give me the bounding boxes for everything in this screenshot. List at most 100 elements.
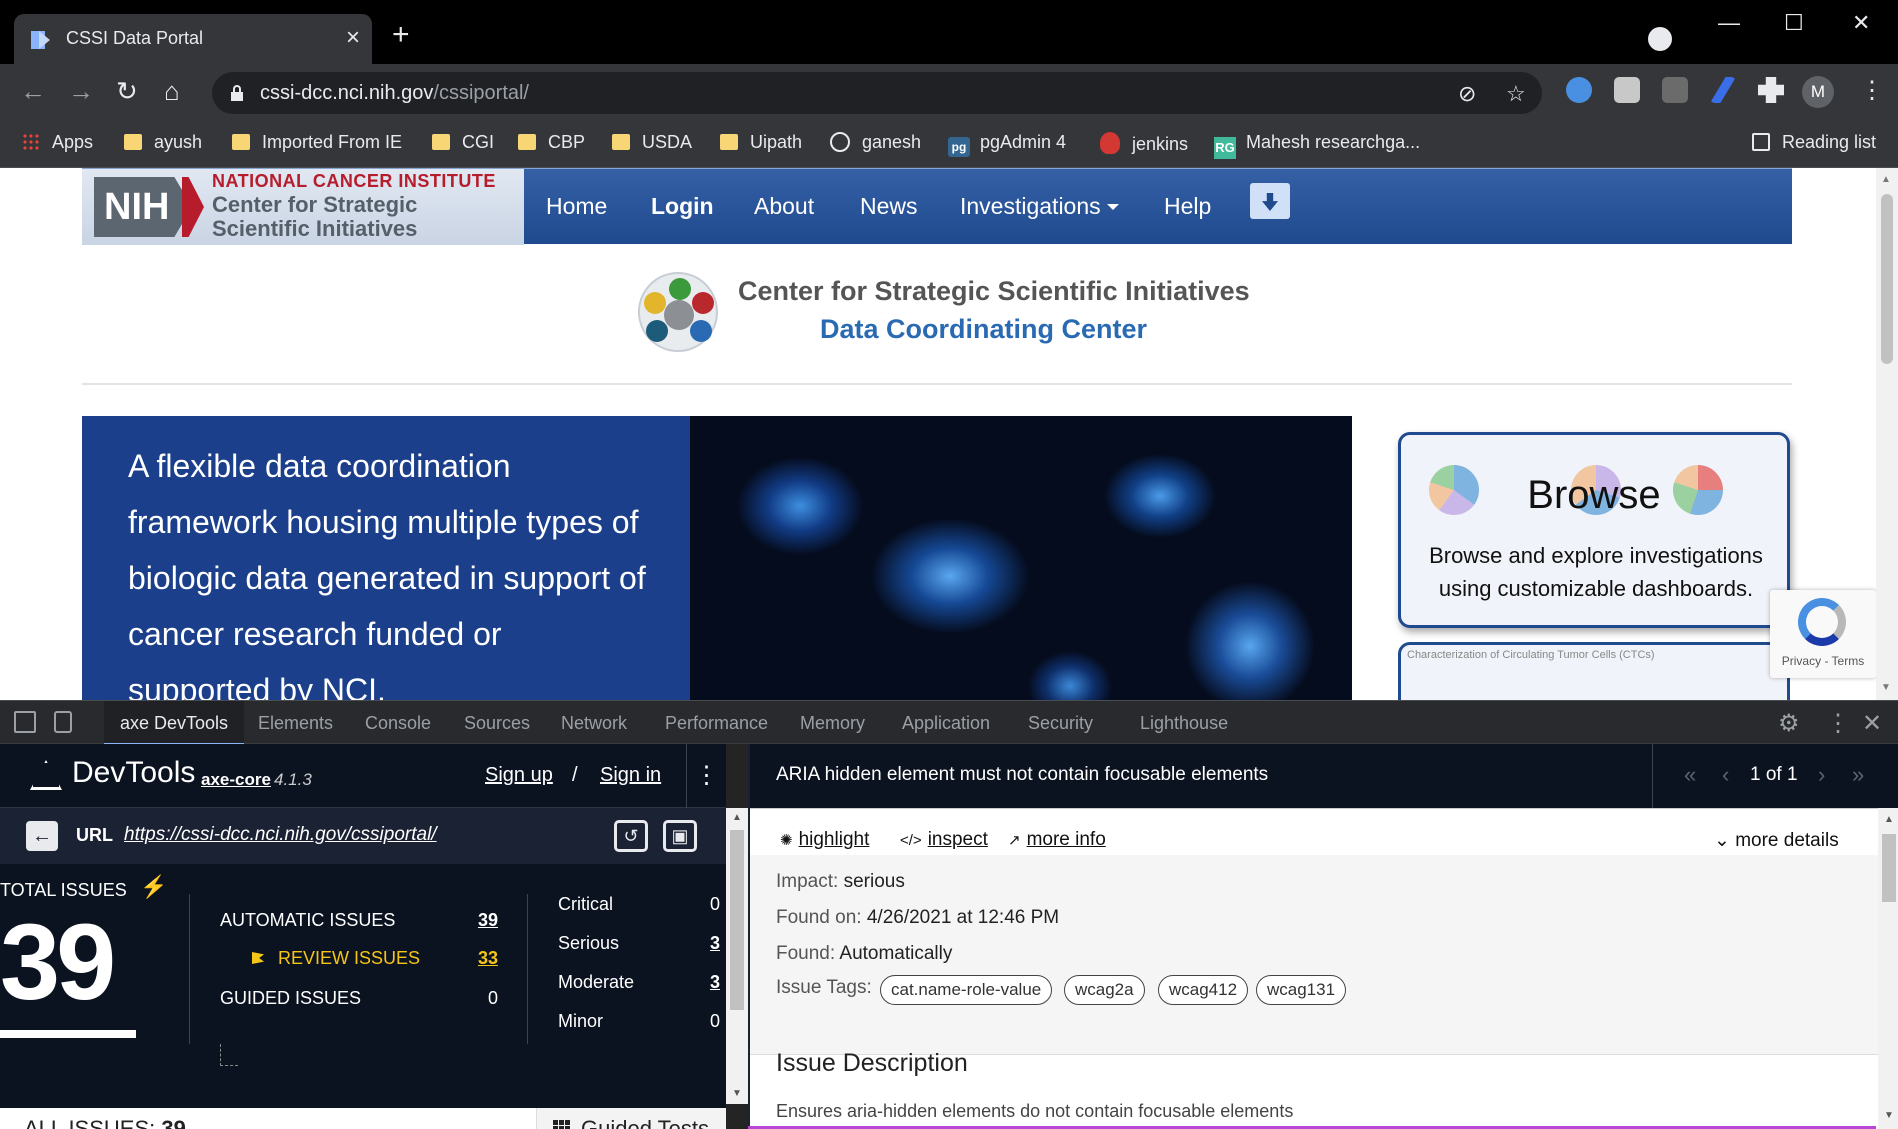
back-button[interactable]: ←: [20, 76, 46, 106]
bookmark-cgi[interactable]: CGI: [432, 132, 494, 153]
scroll-down-arrow-icon[interactable]: ▼: [732, 1088, 742, 1099]
device-toolbar-icon[interactable]: [54, 711, 72, 733]
bookmark-apps[interactable]: Apps: [22, 132, 93, 153]
tab-elements[interactable]: Elements: [258, 713, 333, 734]
minimize-button[interactable]: —: [1718, 10, 1740, 36]
more-info-link[interactable]: ↗ more info: [1008, 829, 1106, 851]
extension-icon[interactable]: [1566, 77, 1592, 103]
search-card[interactable]: Characterization of Circulating Tumor Ce…: [1398, 642, 1790, 700]
browser-menu-icon[interactable]: ⋮: [1860, 76, 1884, 105]
review-issues-count[interactable]: 33: [458, 948, 498, 969]
bookmark-ganesh[interactable]: ganesh: [830, 132, 921, 153]
selenium-extension-icon[interactable]: [1662, 77, 1688, 103]
maximize-button[interactable]: ☐: [1784, 10, 1804, 36]
eye-slash-icon[interactable]: ⊘: [1458, 81, 1476, 107]
recaptcha-badge[interactable]: Privacy - Terms: [1770, 590, 1876, 678]
automatic-issues-count[interactable]: 39: [458, 910, 498, 931]
axe-core-link[interactable]: axe-core: [201, 770, 271, 790]
extension-icon[interactable]: [1710, 77, 1736, 103]
severity-moderate-label: Moderate: [558, 972, 635, 992]
sign-up-link[interactable]: Sign up: [485, 764, 553, 787]
page-scrollbar-thumb[interactable]: [1881, 194, 1893, 364]
bookmark-usda[interactable]: USDA: [612, 132, 692, 153]
tab-memory[interactable]: Memory: [800, 713, 865, 734]
scroll-up-arrow-icon[interactable]: ▲: [1881, 174, 1891, 185]
extension-icon[interactable]: [1614, 77, 1640, 103]
nav-home-link[interactable]: Home: [546, 193, 607, 220]
close-tab-icon[interactable]: ×: [346, 24, 360, 52]
scroll-up-arrow-icon[interactable]: ▲: [732, 812, 742, 823]
highlight-link[interactable]: ✺ highlight: [780, 829, 869, 851]
close-devtools-icon[interactable]: ✕: [1862, 709, 1882, 738]
scroll-up-arrow-icon[interactable]: ▲: [1884, 814, 1894, 825]
summary-scrollbar[interactable]: ▲ ▼: [726, 808, 748, 1104]
issue-scrollbar[interactable]: ▲ ▼: [1878, 808, 1898, 1129]
separator: /: [572, 764, 578, 786]
severity-moderate-count[interactable]: 3: [680, 972, 720, 993]
tab-axe-devtools[interactable]: axe DevTools: [104, 701, 245, 745]
tab-console[interactable]: Console: [365, 713, 431, 734]
guided-tests-button[interactable]: Guided Tests: [536, 1108, 726, 1129]
back-arrow-icon[interactable]: ←: [26, 821, 58, 851]
browse-card[interactable]: Browse Browse and explore investigations…: [1398, 432, 1790, 628]
tab-sources[interactable]: Sources: [464, 713, 530, 734]
forward-button[interactable]: →: [68, 76, 94, 106]
nav-investigations-dropdown[interactable]: Investigations: [960, 193, 1119, 220]
first-page-icon[interactable]: «: [1684, 762, 1696, 788]
close-window-button[interactable]: ✕: [1852, 10, 1870, 36]
inspect-link[interactable]: </> inspect: [900, 829, 988, 851]
reload-button[interactable]: ↻: [116, 76, 138, 106]
scroll-down-arrow-icon[interactable]: ▼: [1881, 682, 1891, 693]
tab-network[interactable]: Network: [561, 713, 627, 734]
bookmark-pgadmin[interactable]: pg pgAdmin 4: [948, 132, 1066, 157]
tab-security[interactable]: Security: [1028, 713, 1093, 734]
page-scrollbar[interactable]: ▲ ▼: [1876, 168, 1898, 700]
devtools-menu-icon[interactable]: ⋮: [1826, 709, 1850, 738]
hero-text: A flexible data coordination framework h…: [128, 448, 646, 700]
puzzle-extensions-icon[interactable]: [1758, 77, 1784, 103]
profile-avatar[interactable]: M: [1802, 76, 1834, 108]
tab-lighthouse[interactable]: Lighthouse: [1140, 713, 1228, 734]
prev-page-icon[interactable]: ‹: [1722, 762, 1729, 788]
settings-gear-icon[interactable]: ⚙: [1778, 709, 1800, 738]
new-tab-button[interactable]: +: [392, 20, 410, 50]
scanned-url-link[interactable]: https://cssi-dcc.nci.nih.gov/cssiportal/: [124, 824, 437, 846]
browser-tab[interactable]: CSSI Data Portal ×: [14, 14, 372, 64]
sign-in-link[interactable]: Sign in: [600, 764, 661, 787]
bookmark-ayush[interactable]: ayush: [124, 132, 202, 153]
bookmark-cbp[interactable]: CBP: [518, 132, 585, 153]
scroll-down-arrow-icon[interactable]: ▼: [1884, 1110, 1894, 1121]
bookmark-uipath[interactable]: Uipath: [720, 132, 802, 153]
axe-issue-pane: ARIA hidden element must not contain foc…: [748, 744, 1898, 1129]
severity-serious-count[interactable]: 3: [680, 933, 720, 954]
tab-search-icon[interactable]: [1648, 27, 1672, 51]
bookmark-imported-from-ie[interactable]: Imported From IE: [232, 132, 402, 153]
nav-login-link[interactable]: Login: [651, 193, 714, 220]
more-details-toggle[interactable]: ⌄ more details: [1714, 829, 1839, 852]
recaptcha-privacy-terms[interactable]: Privacy - Terms: [1770, 654, 1876, 668]
address-bar[interactable]: cssi-dcc.nci.nih.gov/cssiportal/ ⊘ ☆: [212, 72, 1542, 114]
bookmark-jenkins[interactable]: jenkins: [1100, 132, 1188, 155]
nav-help-link[interactable]: Help: [1164, 193, 1211, 220]
url-text[interactable]: cssi-dcc.nci.nih.gov/cssiportal/: [260, 82, 529, 105]
axe-menu-icon[interactable]: ⋮: [686, 744, 726, 808]
reading-list-button[interactable]: Reading list: [1752, 132, 1876, 153]
bookmark-star-icon[interactable]: ☆: [1506, 81, 1526, 107]
issue-pager-count: 1 of 1: [1750, 764, 1798, 785]
nav-about-link[interactable]: About: [754, 193, 814, 220]
issue-scrollbar-thumb[interactable]: [1882, 834, 1896, 902]
summary-scrollbar-thumb[interactable]: [730, 830, 744, 1010]
next-page-icon[interactable]: ›: [1818, 762, 1825, 788]
save-icon[interactable]: ▣: [663, 820, 697, 852]
last-page-icon[interactable]: »: [1852, 762, 1864, 788]
tab-performance[interactable]: Performance: [665, 713, 768, 734]
inspect-element-icon[interactable]: [14, 711, 36, 733]
nci-cssi-logo[interactable]: NIH NATIONAL CANCER INSTITUTE Center for…: [82, 169, 524, 245]
download-folder-icon[interactable]: [1250, 183, 1290, 219]
home-button[interactable]: ⌂: [164, 76, 180, 106]
logo-dot: [690, 320, 712, 342]
nav-news-link[interactable]: News: [860, 193, 918, 220]
bookmark-researchgate[interactable]: RG Mahesh researchga...: [1214, 132, 1420, 159]
tab-application[interactable]: Application: [902, 713, 990, 734]
rerun-scan-icon[interactable]: ↺: [614, 820, 648, 852]
